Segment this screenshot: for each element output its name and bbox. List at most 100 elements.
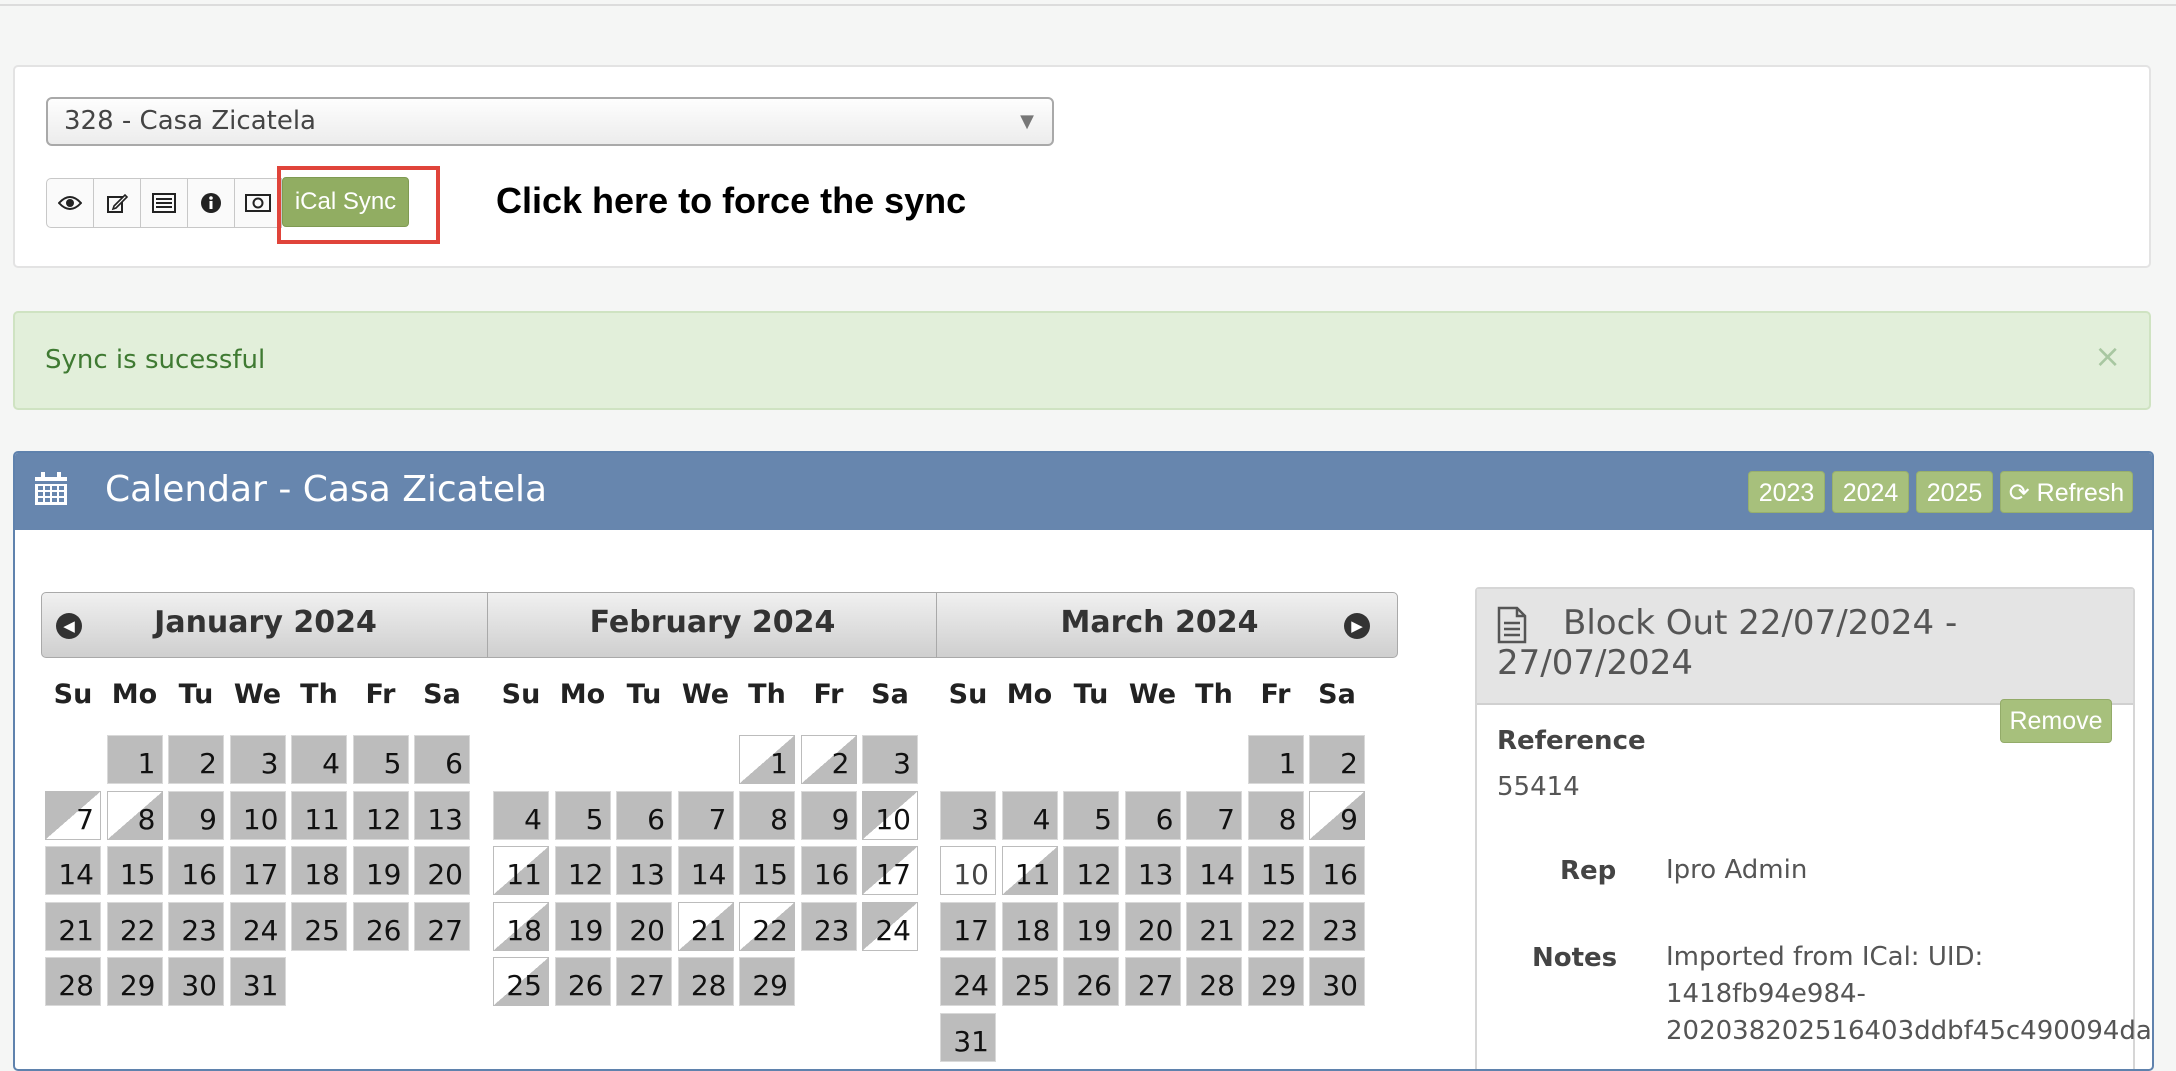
calendar-day[interactable]: 8: [1247, 790, 1304, 840]
calendar-day[interactable]: 13: [1124, 846, 1181, 895]
calendar-day[interactable]: 30: [168, 957, 224, 1006]
calendar-day[interactable]: 9: [1309, 790, 1365, 840]
calendar-day[interactable]: 17: [862, 846, 918, 895]
calendar-day[interactable]: 12: [554, 846, 611, 895]
calendar-day[interactable]: 21: [1186, 901, 1242, 951]
calendar-day[interactable]: 29: [106, 957, 163, 1006]
calendar-day[interactable]: 5: [1063, 790, 1119, 840]
calendar-day[interactable]: 4: [493, 790, 549, 840]
calendar-day[interactable]: 31: [940, 1012, 996, 1062]
close-icon[interactable]: ×: [2094, 337, 2121, 375]
calendar-day[interactable]: 7: [1186, 790, 1242, 840]
calendar-day[interactable]: 3: [229, 735, 286, 784]
calendar-day[interactable]: 15: [106, 846, 163, 895]
calendar-day[interactable]: 19: [554, 901, 611, 951]
calendar-day[interactable]: 24: [229, 901, 286, 951]
calendar-day[interactable]: 29: [739, 957, 795, 1006]
calendar-day[interactable]: 22: [1247, 901, 1304, 951]
calendar-day[interactable]: 8: [739, 790, 795, 840]
calendar-day[interactable]: 14: [677, 846, 734, 895]
calendar-day[interactable]: 30: [1309, 957, 1365, 1006]
calendar-day[interactable]: 31: [229, 957, 286, 1006]
calendar-day[interactable]: 26: [1063, 957, 1119, 1006]
calendar-day[interactable]: 6: [616, 790, 672, 840]
calendar-day[interactable]: 18: [1001, 901, 1058, 951]
calendar-day[interactable]: 18: [493, 901, 549, 951]
calendar-day[interactable]: 10: [940, 846, 996, 895]
calendar-day[interactable]: 7: [45, 790, 101, 840]
calendar-day[interactable]: 26: [554, 957, 611, 1006]
calendar-day[interactable]: 13: [616, 846, 672, 895]
calendar-day[interactable]: 1: [1247, 735, 1304, 784]
next-month-icon[interactable]: ▶: [1344, 613, 1370, 639]
calendar-day[interactable]: 25: [493, 957, 549, 1006]
calendar-day[interactable]: 16: [800, 846, 857, 895]
calendar-day[interactable]: 9: [168, 790, 224, 840]
calendar-day[interactable]: 25: [291, 901, 347, 951]
info-button[interactable]: [187, 178, 235, 228]
calendar-day[interactable]: 1: [106, 735, 163, 784]
calendar-day[interactable]: 26: [352, 901, 409, 951]
calendar-day[interactable]: 10: [229, 790, 286, 840]
year-2025-button[interactable]: 2025: [1916, 471, 1993, 513]
year-2024-button[interactable]: 2024: [1832, 471, 1909, 513]
calendar-day[interactable]: 2: [1309, 735, 1365, 784]
view-button[interactable]: [46, 178, 94, 228]
calendar-day[interactable]: 5: [554, 790, 611, 840]
calendar-day[interactable]: 12: [352, 790, 409, 840]
calendar-day[interactable]: 13: [414, 790, 470, 840]
calendar-day[interactable]: 22: [739, 901, 795, 951]
property-select[interactable]: 328 - Casa Zicatela ▼: [46, 97, 1054, 146]
calendar-day[interactable]: 2: [800, 735, 857, 784]
calendar-day[interactable]: 27: [1124, 957, 1181, 1006]
calendar-day[interactable]: 3: [940, 790, 996, 840]
calendar-day[interactable]: 11: [493, 846, 549, 895]
calendar-day[interactable]: 16: [1309, 846, 1365, 895]
calendar-day[interactable]: 20: [414, 846, 470, 895]
calendar-day[interactable]: 28: [45, 957, 101, 1006]
year-2023-button[interactable]: 2023: [1748, 471, 1825, 513]
calendar-day[interactable]: 23: [800, 901, 857, 951]
calendar-day[interactable]: 7: [677, 790, 734, 840]
remove-button[interactable]: Remove: [2000, 699, 2112, 743]
calendar-day[interactable]: 4: [291, 735, 347, 784]
calendar-day[interactable]: 10: [862, 790, 918, 840]
calendar-day[interactable]: 19: [352, 846, 409, 895]
calendar-day[interactable]: 29: [1247, 957, 1304, 1006]
calendar-day[interactable]: 20: [616, 901, 672, 951]
calendar-day[interactable]: 23: [168, 901, 224, 951]
calendar-day[interactable]: 2: [168, 735, 224, 784]
calendar-day[interactable]: 23: [1309, 901, 1365, 951]
calendar-day[interactable]: 25: [1001, 957, 1058, 1006]
calendar-day[interactable]: 24: [862, 901, 918, 951]
calendar-day[interactable]: 17: [940, 901, 996, 951]
calendar-day[interactable]: 6: [1124, 790, 1181, 840]
calendar-day[interactable]: 28: [677, 957, 734, 1006]
calendar-day[interactable]: 27: [414, 901, 470, 951]
calendar-day[interactable]: 14: [45, 846, 101, 895]
calendar-day[interactable]: 14: [1186, 846, 1242, 895]
calendar-day[interactable]: 8: [106, 790, 163, 840]
calendar-day[interactable]: 20: [1124, 901, 1181, 951]
calendar-day[interactable]: 24: [940, 957, 996, 1006]
calendar-day[interactable]: 4: [1001, 790, 1058, 840]
calendar-day[interactable]: 3: [862, 735, 918, 784]
calendar-day[interactable]: 11: [291, 790, 347, 840]
calendar-day[interactable]: 18: [291, 846, 347, 895]
calendar-day[interactable]: 9: [800, 790, 857, 840]
calendar-day[interactable]: 21: [45, 901, 101, 951]
refresh-button[interactable]: ⟳ Refresh: [2000, 471, 2133, 513]
list-button[interactable]: [140, 178, 188, 228]
edit-button[interactable]: [93, 178, 141, 228]
calendar-day[interactable]: 16: [168, 846, 224, 895]
rates-button[interactable]: [234, 178, 282, 228]
calendar-day[interactable]: 28: [1186, 957, 1242, 1006]
calendar-day[interactable]: 21: [677, 901, 734, 951]
calendar-day[interactable]: 27: [616, 957, 672, 1006]
calendar-day[interactable]: 17: [229, 846, 286, 895]
calendar-day[interactable]: 1: [739, 735, 795, 784]
calendar-day[interactable]: 15: [739, 846, 795, 895]
calendar-day[interactable]: 15: [1247, 846, 1304, 895]
calendar-day[interactable]: 6: [414, 735, 470, 784]
calendar-day[interactable]: 5: [352, 735, 409, 784]
